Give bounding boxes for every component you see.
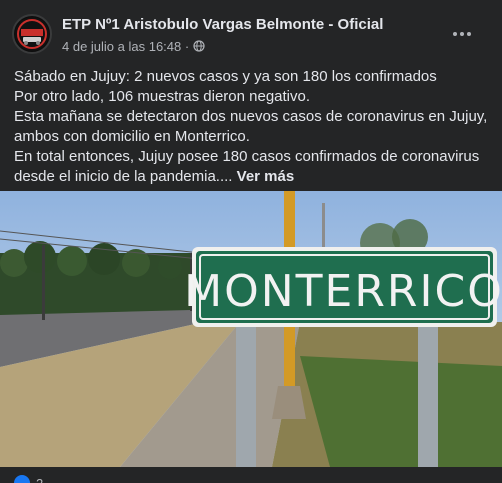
post-photo[interactable]: MONTERRICO	[0, 191, 502, 467]
globe-icon	[193, 40, 205, 52]
post-text-line: desde el inicio de la pandemia.... Ver m…	[14, 167, 494, 187]
post-text-line: En total entonces, Jujuy posee 180 casos…	[14, 148, 480, 165]
post-text-line: Por otro lado, 106 muestras dieron negat…	[14, 88, 311, 105]
see-more-link[interactable]: Ver más	[237, 168, 295, 185]
post-text-last-line: desde el inicio de la pandemia....	[14, 168, 233, 185]
sign-text: MONTERRICO	[184, 266, 502, 317]
reaction-count[interactable]: 2	[36, 476, 43, 483]
meta-separator: ·	[184, 39, 190, 54]
post-text-line: Sábado en Jujuy: 2 nuevos casos y ya son…	[14, 68, 437, 85]
post-text-line: Esta mañana se detectaron dos nuevos cas…	[14, 108, 488, 125]
facebook-post-card: ETP Nº1 Aristobulo Vargas Belmonte - Ofi…	[0, 0, 502, 483]
more-options-icon	[453, 32, 471, 36]
post-date-link[interactable]: 4 de julio a las 16:48	[62, 39, 181, 54]
page-avatar[interactable]	[12, 14, 52, 54]
post-meta: 4 de julio a las 16:48 ·	[62, 39, 205, 54]
post-text-line: ambos con domicilio en Monterrico.	[14, 128, 250, 145]
post-footer	[0, 467, 502, 483]
page-name-link[interactable]: ETP Nº1 Aristobulo Vargas Belmonte - Ofi…	[62, 16, 383, 33]
post-text: Sábado en Jujuy: 2 nuevos casos y ya son…	[14, 67, 494, 187]
page-logo-icon	[15, 17, 49, 51]
monterrico-sign-photo: MONTERRICO	[0, 191, 502, 467]
more-options-button[interactable]	[444, 20, 480, 48]
